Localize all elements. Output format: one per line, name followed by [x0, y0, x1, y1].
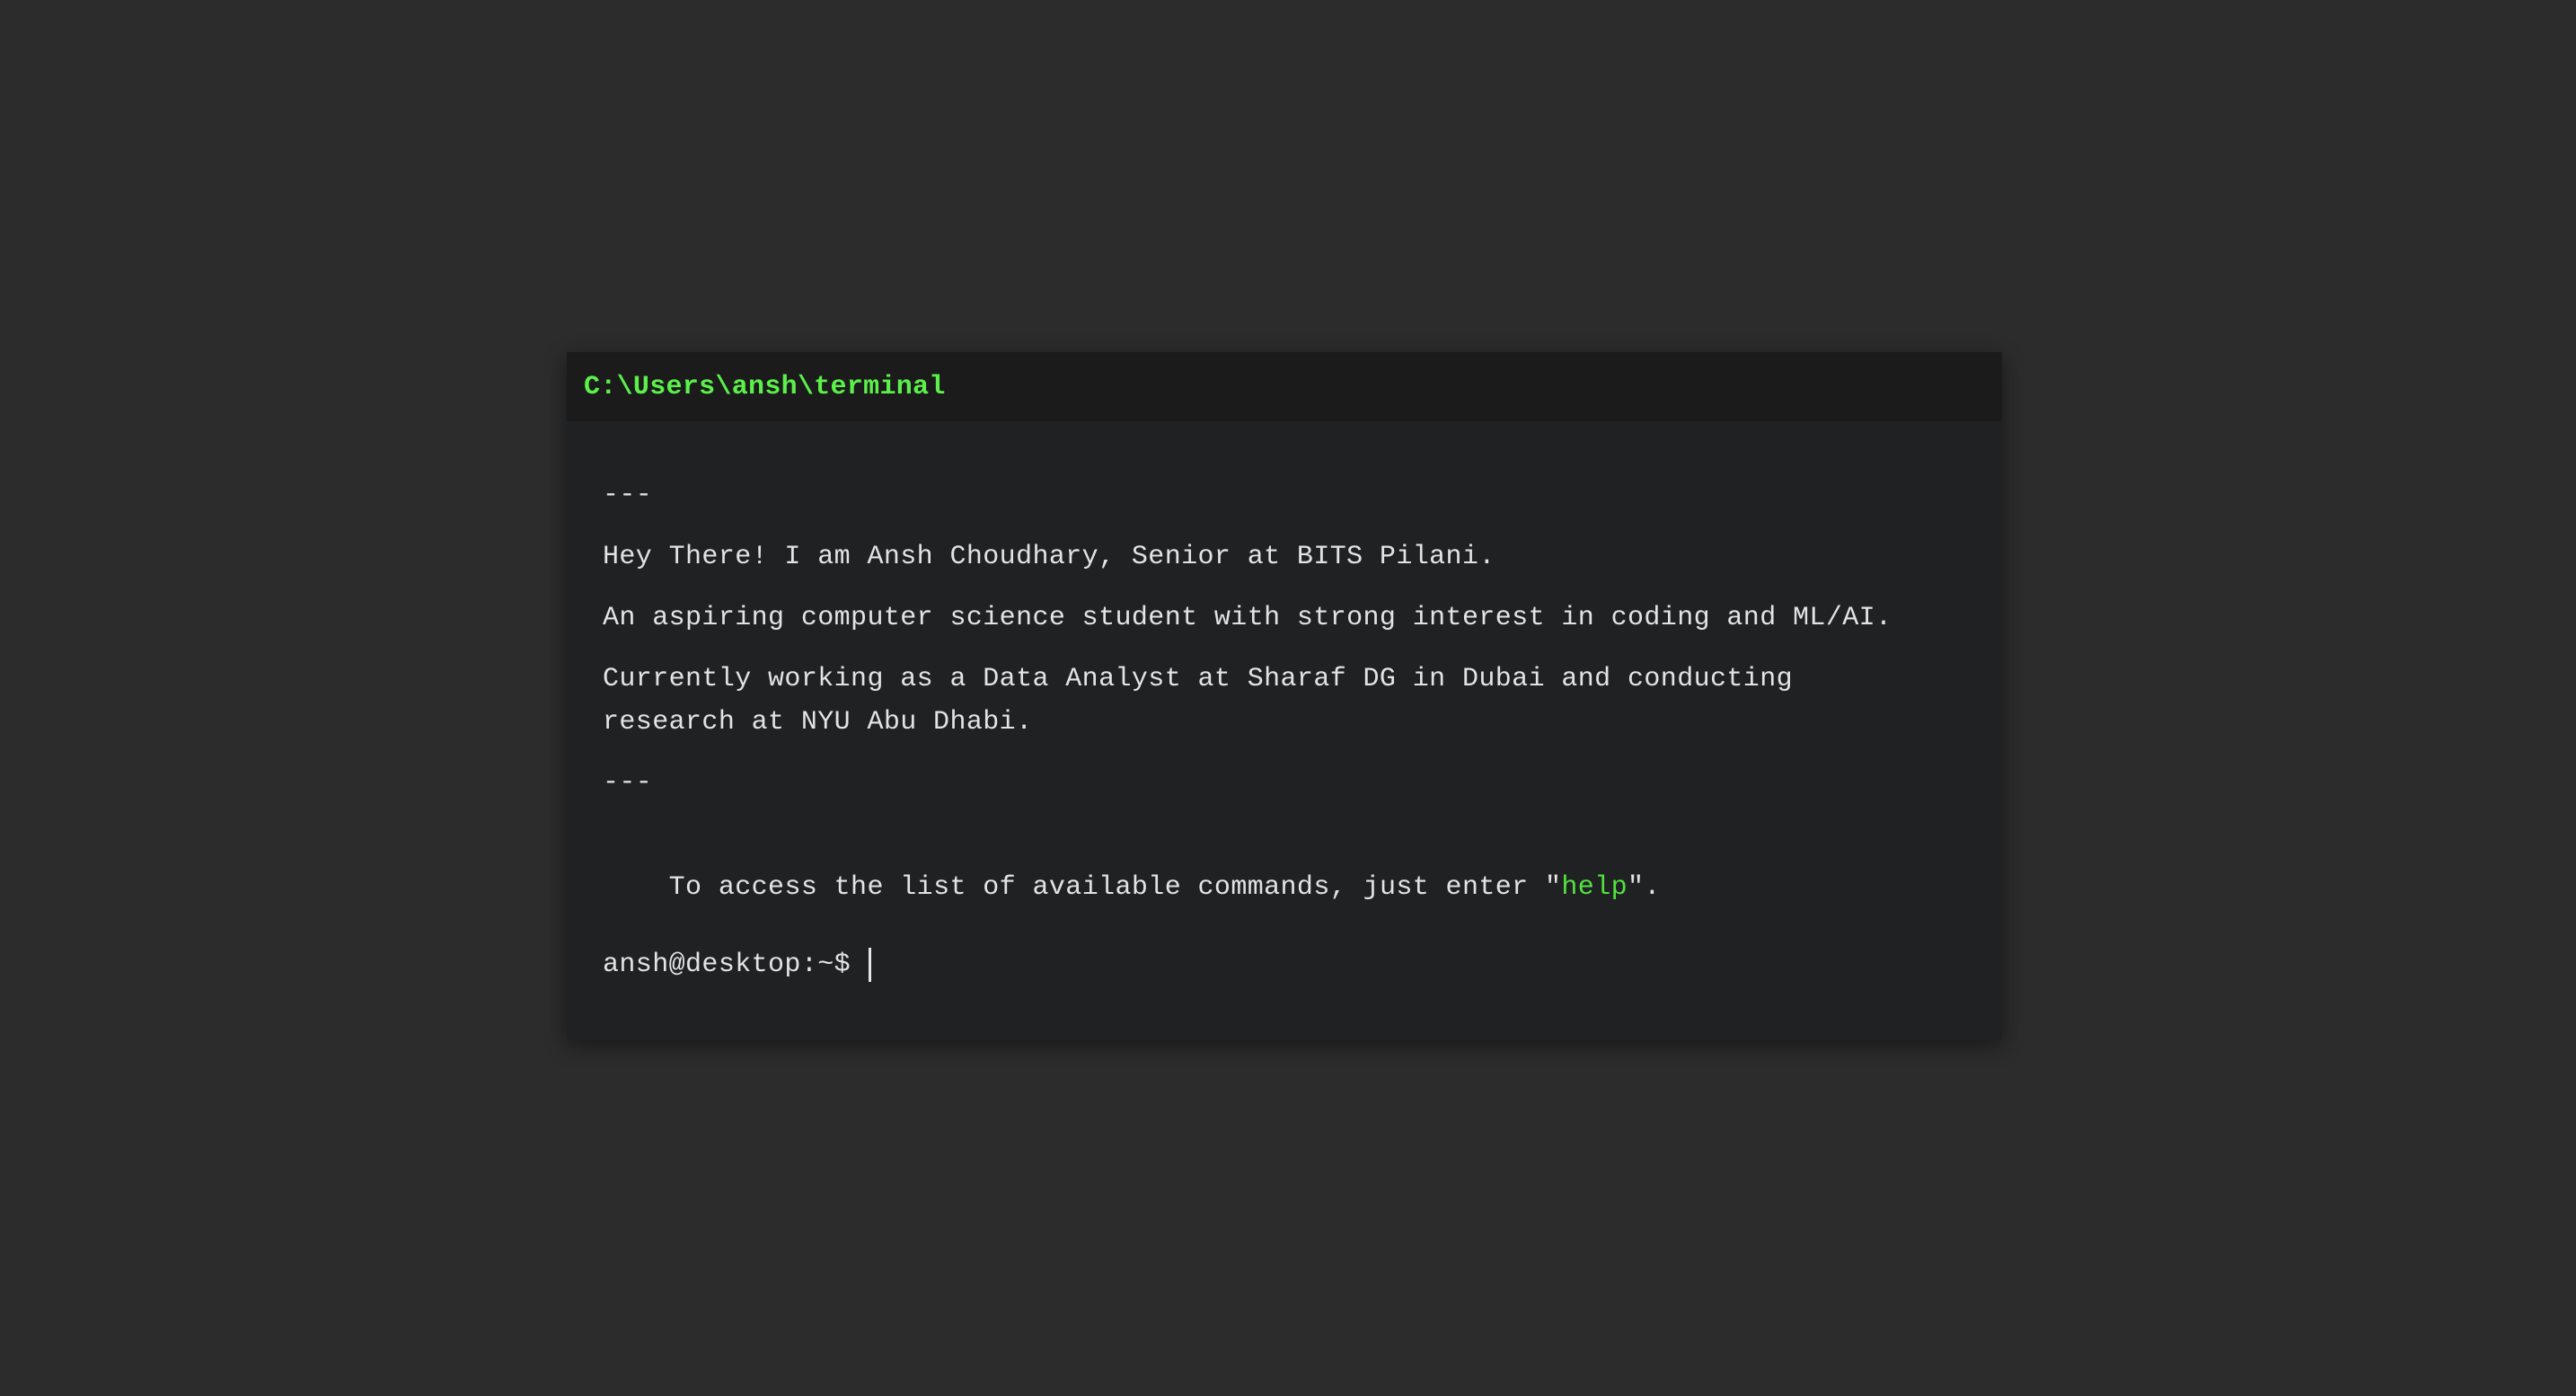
help-hint-suffix: ".	[1628, 872, 1661, 903]
help-hint-prefix: To access the list of available commands…	[668, 872, 1562, 903]
help-hint-line: To access the list of available commands…	[603, 823, 1966, 952]
separator-top: ---	[603, 480, 653, 510]
command-input-row[interactable]: ansh@desktop:~$	[603, 945, 872, 985]
aspiration-line: An aspiring computer science student wit…	[603, 603, 1892, 633]
help-command: help	[1561, 872, 1628, 903]
text-cursor	[869, 948, 872, 982]
separator-bottom: ---	[603, 767, 653, 798]
intro-line: Hey There! I am Ansh Choudhary, Senior a…	[603, 542, 1495, 572]
terminal-output: --- Hey There! I am Ansh Choudhary, Seni…	[567, 0, 2002, 1396]
shell-prompt: ansh@desktop:~$	[603, 950, 851, 980]
current-work-line: Currently working as a Data Analyst at S…	[603, 664, 1810, 738]
